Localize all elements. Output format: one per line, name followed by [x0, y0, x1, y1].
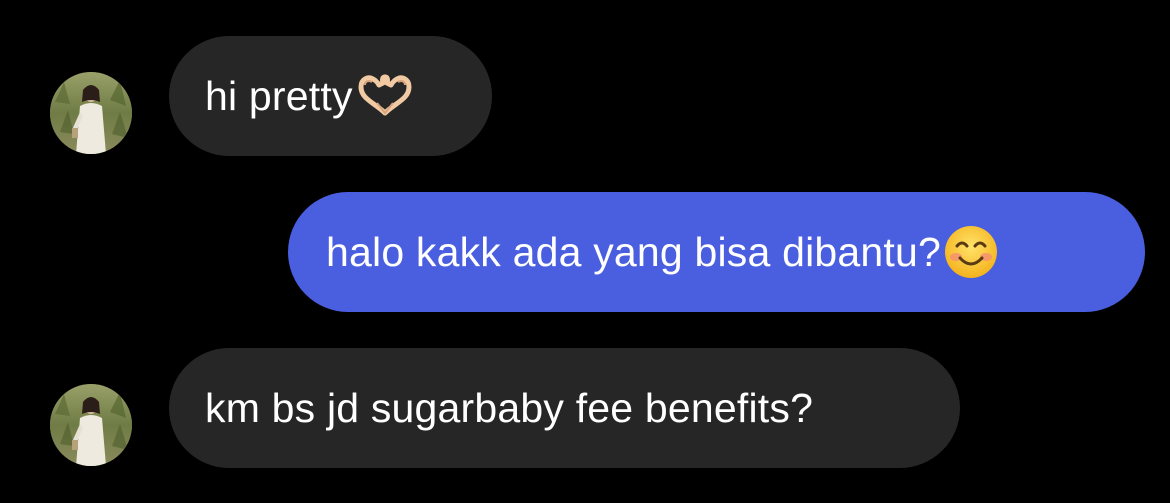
message-row-incoming: km bs jd sugarbaby fee benefits?	[0, 348, 1170, 468]
message-bubble-incoming[interactable]: km bs jd sugarbaby fee benefits?	[169, 348, 960, 468]
message-bubble-incoming[interactable]: hi pretty	[169, 36, 492, 156]
heart-hands-emoji-icon	[355, 73, 415, 119]
smiling-face-emoji-icon	[943, 224, 999, 280]
message-row-incoming: hi pretty	[0, 36, 1170, 156]
sender-avatar[interactable]	[50, 384, 132, 466]
sender-avatar[interactable]	[50, 72, 132, 154]
message-bubble-outgoing[interactable]: halo kakk ada yang bisa dibantu?	[288, 192, 1145, 312]
avatar-photo-icon	[50, 72, 132, 154]
message-row-outgoing: halo kakk ada yang bisa dibantu?	[0, 192, 1170, 312]
avatar-photo-icon	[50, 384, 132, 466]
message-text: km bs jd sugarbaby fee benefits?	[205, 384, 814, 431]
message-thread: hi pretty halo kakk ada yang bisa dibant…	[0, 0, 1170, 503]
message-text: halo kakk ada yang bisa dibantu?	[326, 228, 942, 275]
message-text: hi pretty	[205, 72, 353, 119]
